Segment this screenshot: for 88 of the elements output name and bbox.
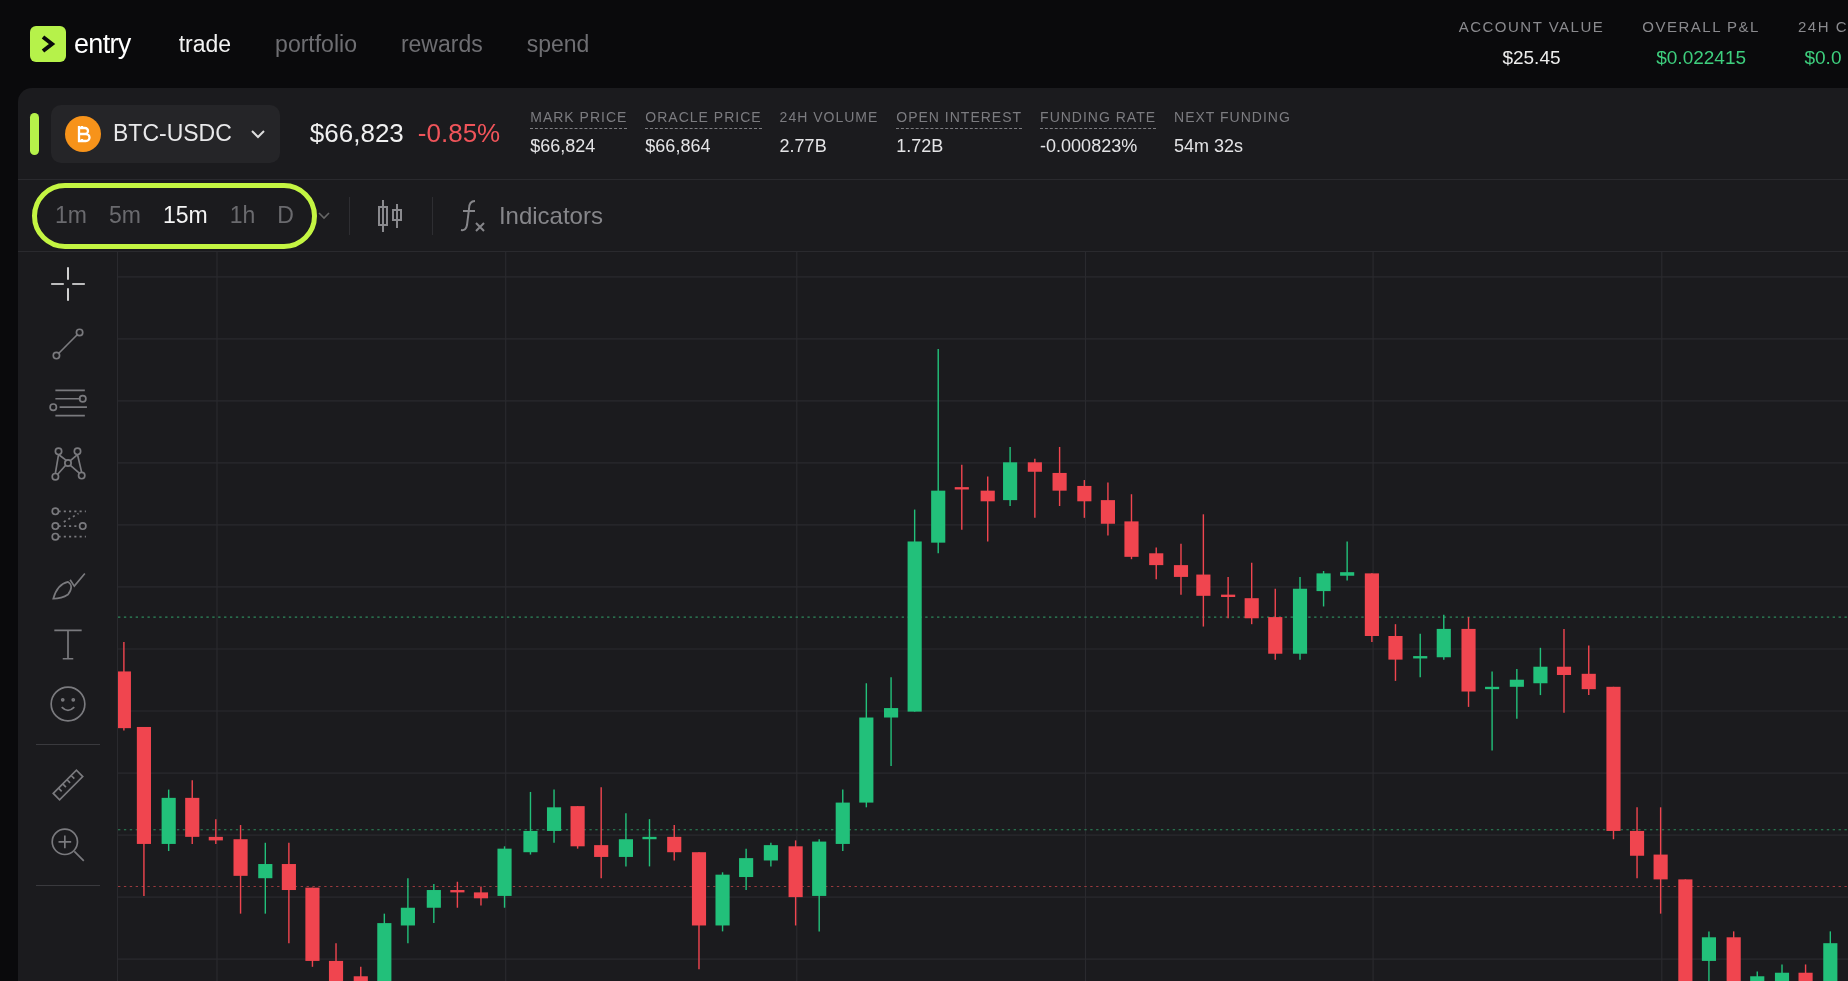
- candlestick: [1774, 963, 1790, 981]
- candlestick: [642, 818, 657, 868]
- timeframe-tab[interactable]: D: [277, 198, 294, 233]
- candlestick: [450, 881, 465, 909]
- stat-value: $66,864: [645, 135, 712, 158]
- stat-label: NEXT FUNDING: [1174, 108, 1291, 127]
- candlestick: [208, 818, 223, 845]
- candlestick: [1244, 562, 1259, 625]
- candlestick: [546, 788, 562, 844]
- candlestick: [328, 942, 344, 981]
- candlestick: [1027, 458, 1042, 519]
- candlestick: [1413, 632, 1428, 679]
- function-icon: [458, 198, 487, 233]
- candlestick: [1388, 623, 1403, 682]
- candlestick: [473, 885, 489, 907]
- candlestick: [1701, 930, 1716, 981]
- candlestick: [1798, 963, 1813, 981]
- candlestick: [715, 871, 730, 933]
- candlestick: [1533, 647, 1548, 696]
- market-price: $66,823: [309, 117, 404, 150]
- nav-tab[interactable]: rewards: [400, 26, 483, 62]
- candlestick: [835, 788, 850, 852]
- stat-label: 24H VOLUME: [779, 108, 879, 127]
- candlestick: [1173, 543, 1189, 596]
- candlestick: [1077, 479, 1092, 519]
- stat-label: FUNDING RATE: [1040, 107, 1157, 129]
- stat-value: -0.000823%: [1040, 135, 1139, 158]
- candlestick: [523, 791, 538, 856]
- candlestick: [353, 966, 368, 981]
- candlestick: [185, 779, 200, 845]
- timeframe-tab[interactable]: 1m: [55, 198, 87, 233]
- candlestick: [739, 847, 754, 891]
- chevron-down-icon[interactable]: [316, 210, 331, 221]
- candlestick-icon[interactable]: [375, 197, 404, 234]
- candlestick: [426, 883, 441, 924]
- stat-value: 1.72B: [896, 135, 945, 158]
- price-change: -0.85%: [417, 117, 501, 150]
- candlestick: [1340, 540, 1355, 582]
- candlestick: [1124, 493, 1139, 560]
- indicators-button[interactable]: Indicators: [458, 197, 603, 234]
- stat-value: 2.77B: [779, 135, 828, 158]
- smiley-icon[interactable]: [47, 684, 88, 724]
- candlestick: [667, 824, 682, 862]
- candlestick: [1509, 668, 1524, 720]
- candlestick: [1581, 644, 1596, 696]
- candlestick: [1436, 614, 1451, 661]
- candlestick: [1823, 930, 1838, 981]
- candlestick: [1100, 481, 1115, 537]
- timeframe-tab[interactable]: 15m: [162, 198, 208, 233]
- logo-icon: [30, 26, 66, 62]
- nav-tab[interactable]: trade: [178, 26, 232, 62]
- accent-bar: [30, 112, 39, 155]
- timeframe-tab[interactable]: 5m: [108, 198, 141, 233]
- candlestick: [1316, 570, 1331, 608]
- account-stat-value: $0.022415: [1656, 46, 1747, 70]
- brand-name: entry: [74, 27, 131, 61]
- candlestick: [1750, 970, 1765, 981]
- timeframe-tab[interactable]: 1h: [229, 198, 256, 233]
- candlestick: [1726, 930, 1741, 981]
- candlestick: [980, 475, 995, 543]
- account-stat-value: $25.45: [1502, 46, 1561, 70]
- market-selector[interactable]: BTC-USDC: [51, 104, 280, 163]
- candlestick: [1149, 546, 1164, 580]
- candlestick: [400, 877, 415, 944]
- nav-tab[interactable]: spend: [526, 26, 590, 62]
- stat-label: MARK PRICE: [530, 107, 628, 129]
- candlestick: [377, 912, 392, 981]
- stat-value: $66,824: [530, 135, 597, 158]
- candlestick: [1003, 446, 1018, 507]
- candlestick: [161, 788, 176, 852]
- account-stat-label: OVERALL P&L: [1642, 16, 1760, 37]
- candlestick: [618, 812, 633, 868]
- candlestick: [570, 805, 585, 850]
- nav-tab[interactable]: portfolio: [275, 26, 357, 62]
- account-stat-value: $0.0: [1804, 46, 1842, 70]
- stat-label: OPEN INTEREST: [896, 107, 1023, 129]
- chevron-down-icon: [249, 128, 266, 139]
- account-stat-label: 24H C: [1797, 16, 1848, 37]
- candlestick: [1052, 446, 1067, 507]
- stat-label: ORACLE PRICE: [645, 107, 762, 129]
- candlestick: [763, 842, 778, 868]
- candlestick: [1221, 576, 1236, 619]
- candlestick: [1364, 572, 1379, 643]
- candlestick: [497, 845, 512, 909]
- candlestick: [954, 463, 969, 531]
- bitcoin-icon: [65, 115, 101, 152]
- account-stat-label: ACCOUNT VALUE: [1458, 16, 1605, 37]
- stat-value: 54m 32s: [1174, 135, 1245, 158]
